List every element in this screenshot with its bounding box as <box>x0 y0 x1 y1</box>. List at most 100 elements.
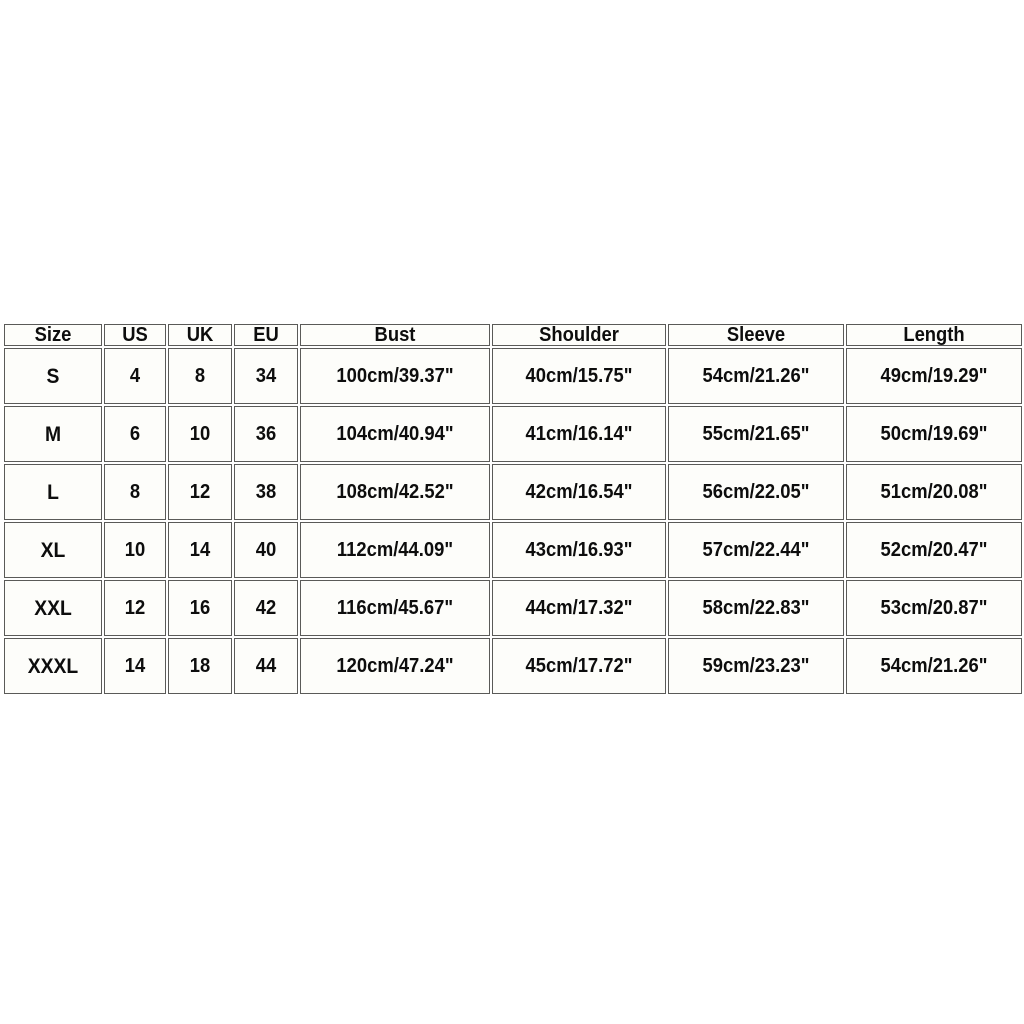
cell-value: 44 <box>255 655 277 677</box>
cell-size: XXXL <box>4 638 102 694</box>
column-header-size: Size <box>4 324 102 346</box>
column-header-label: Shoulder <box>539 324 619 346</box>
cell-value: 45cm/17.72" <box>525 655 633 677</box>
column-header-label: Length <box>903 324 965 346</box>
column-header-label: UK <box>186 324 214 346</box>
cell-bust: 116cm/45.67" <box>300 580 490 636</box>
cell-bust: 112cm/44.09" <box>300 522 490 578</box>
column-header-label: Size <box>34 324 72 346</box>
cell-length: 49cm/19.29" <box>846 348 1022 404</box>
cell-sleeve: 56cm/22.05" <box>668 464 844 520</box>
cell-value: 16 <box>189 597 211 619</box>
cell-eu: 44 <box>234 638 298 694</box>
cell-value: 116cm/45.67" <box>336 597 454 619</box>
cell-us: 6 <box>104 406 166 462</box>
size-chart-body: S 4 8 34 100cm/39.37" 40cm/15.75" 54cm/21.26" 4… <box>4 348 1022 694</box>
cell-us: 14 <box>104 638 166 694</box>
cell-value: 58cm/22.83" <box>702 597 810 619</box>
cell-value: 12 <box>124 597 146 619</box>
cell-us: 12 <box>104 580 166 636</box>
cell-us: 10 <box>104 522 166 578</box>
cell-shoulder: 40cm/15.75" <box>492 348 666 404</box>
column-header-length: Length <box>846 324 1022 346</box>
cell-value: 6 <box>129 423 141 445</box>
cell-bust: 108cm/42.52" <box>300 464 490 520</box>
column-header-shoulder: Shoulder <box>492 324 666 346</box>
table-row: M 6 10 36 104cm/40.94" 41cm/16.14" 55cm/21.65"… <box>4 406 1022 462</box>
cell-eu: 42 <box>234 580 298 636</box>
table-row: L 8 12 38 108cm/42.52" 42cm/16.54" 56cm/22.05"… <box>4 464 1022 520</box>
cell-value: 57cm/22.44" <box>702 539 810 561</box>
table-row: XXXL 14 18 44 120cm/47.24" 45cm/17.72" 59cm/23… <box>4 638 1022 694</box>
cell-size: L <box>4 464 102 520</box>
cell-value: 10 <box>189 423 211 445</box>
column-header-us: US <box>104 324 166 346</box>
cell-shoulder: 44cm/17.32" <box>492 580 666 636</box>
cell-uk: 18 <box>168 638 232 694</box>
cell-us: 8 <box>104 464 166 520</box>
cell-value: 49cm/19.29" <box>880 365 988 387</box>
cell-sleeve: 58cm/22.83" <box>668 580 844 636</box>
cell-length: 52cm/20.47" <box>846 522 1022 578</box>
cell-value: 56cm/22.05" <box>702 481 810 503</box>
cell-value: 54cm/21.26" <box>702 365 810 387</box>
cell-value: L <box>47 480 59 504</box>
cell-size: XL <box>4 522 102 578</box>
table-row: XL 10 14 40 112cm/44.09" 43cm/16.93" 57cm/22.4… <box>4 522 1022 578</box>
cell-value: 14 <box>124 655 146 677</box>
cell-length: 50cm/19.69" <box>846 406 1022 462</box>
cell-size: S <box>4 348 102 404</box>
cell-shoulder: 43cm/16.93" <box>492 522 666 578</box>
cell-value: 53cm/20.87" <box>880 597 988 619</box>
cell-value: 38 <box>255 481 277 503</box>
cell-value: XXXL <box>27 654 79 678</box>
cell-length: 54cm/21.26" <box>846 638 1022 694</box>
cell-eu: 38 <box>234 464 298 520</box>
table-row: XXL 12 16 42 116cm/45.67" 44cm/17.32" 58cm/22.… <box>4 580 1022 636</box>
cell-value: 10 <box>124 539 146 561</box>
cell-uk: 14 <box>168 522 232 578</box>
cell-uk: 16 <box>168 580 232 636</box>
cell-us: 4 <box>104 348 166 404</box>
cell-value: S <box>46 364 60 388</box>
column-header-eu: EU <box>234 324 298 346</box>
column-header-label: Sleeve <box>726 324 786 346</box>
cell-value: 108cm/42.52" <box>336 481 454 503</box>
column-header-uk: UK <box>168 324 232 346</box>
cell-value: 55cm/21.65" <box>702 423 810 445</box>
cell-sleeve: 54cm/21.26" <box>668 348 844 404</box>
column-header-label: Bust <box>374 324 416 346</box>
cell-size: XXL <box>4 580 102 636</box>
cell-value: 112cm/44.09" <box>336 539 454 561</box>
cell-value: XXL <box>34 596 72 620</box>
cell-value: 42 <box>255 597 277 619</box>
cell-value: 50cm/19.69" <box>880 423 988 445</box>
size-chart-table: Size US UK EU Bust Shoulder Sleeve Length S 4 8 34… <box>2 322 1024 696</box>
cell-bust: 104cm/40.94" <box>300 406 490 462</box>
cell-bust: 100cm/39.37" <box>300 348 490 404</box>
cell-uk: 10 <box>168 406 232 462</box>
table-row: S 4 8 34 100cm/39.37" 40cm/15.75" 54cm/21.26" 4… <box>4 348 1022 404</box>
cell-length: 53cm/20.87" <box>846 580 1022 636</box>
header-row: Size US UK EU Bust Shoulder Sleeve Length <box>4 324 1022 346</box>
cell-eu: 34 <box>234 348 298 404</box>
column-header-label: EU <box>253 324 279 346</box>
cell-shoulder: 42cm/16.54" <box>492 464 666 520</box>
cell-value: XL <box>40 538 66 562</box>
cell-value: 8 <box>129 481 141 503</box>
column-header-sleeve: Sleeve <box>668 324 844 346</box>
cell-length: 51cm/20.08" <box>846 464 1022 520</box>
column-header-label: US <box>122 324 148 346</box>
size-chart-head: Size US UK EU Bust Shoulder Sleeve Length <box>4 324 1022 346</box>
cell-value: M <box>44 422 62 446</box>
cell-value: 51cm/20.08" <box>880 481 988 503</box>
cell-eu: 36 <box>234 406 298 462</box>
column-header-bust: Bust <box>300 324 490 346</box>
cell-shoulder: 41cm/16.14" <box>492 406 666 462</box>
cell-value: 8 <box>194 365 206 387</box>
cell-shoulder: 45cm/17.72" <box>492 638 666 694</box>
cell-sleeve: 57cm/22.44" <box>668 522 844 578</box>
cell-value: 42cm/16.54" <box>525 481 633 503</box>
size-chart-container: Size US UK EU Bust Shoulder Sleeve Length S 4 8 34… <box>2 322 1024 696</box>
cell-sleeve: 55cm/21.65" <box>668 406 844 462</box>
